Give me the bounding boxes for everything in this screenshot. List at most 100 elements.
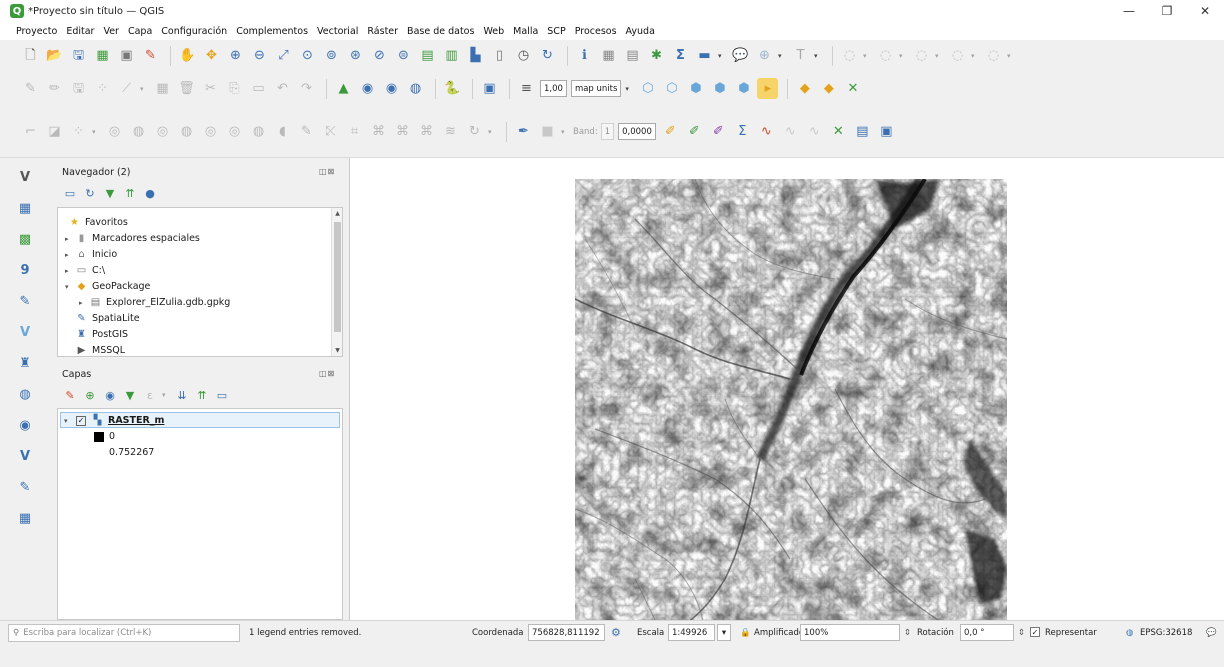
layout-manager-icon[interactable]: ▦ bbox=[92, 45, 113, 66]
scp-sigma-icon[interactable]: Σ bbox=[732, 121, 753, 142]
tree-item-gpkg-file[interactable]: ▸ ▤ Explorer_ElZulia.gdb.gpkg bbox=[79, 295, 230, 310]
chevron-down-icon[interactable]: ▾ bbox=[488, 128, 496, 136]
new-3d-map-icon[interactable]: ▥ bbox=[441, 45, 462, 66]
delete-selected-icon[interactable]: 🗑 bbox=[176, 78, 197, 99]
pipette-icon[interactable]: ✒ bbox=[513, 121, 534, 142]
crs-globe-icon[interactable]: ◍ bbox=[1126, 628, 1133, 638]
collapse-arrow-icon[interactable]: ▾ bbox=[64, 417, 74, 425]
layer-styling-icon[interactable]: ▲ bbox=[333, 78, 354, 99]
menu-proyecto[interactable]: Proyecto bbox=[16, 26, 57, 37]
magnifier-field[interactable]: 100% bbox=[800, 624, 900, 641]
filter-browser-icon[interactable]: ▼ bbox=[102, 185, 118, 201]
scroll-up-icon[interactable]: ▲ bbox=[332, 208, 342, 219]
menu-vectorial[interactable]: Vectorial bbox=[317, 26, 358, 37]
scp-tool-5-icon[interactable]: ◍ bbox=[128, 121, 149, 142]
tree-item-inicio[interactable]: ▸ ⌂ Inicio bbox=[65, 247, 117, 262]
line-width-spinbox[interactable]: 1,00 bbox=[540, 80, 567, 97]
new-map-view-icon[interactable]: ▤ bbox=[417, 45, 438, 66]
label-show-icon[interactable]: ◍ bbox=[405, 78, 426, 99]
properties-icon[interactable]: ● bbox=[142, 185, 158, 201]
scp-tool-10-icon[interactable]: ◍ bbox=[248, 121, 269, 142]
collapse-all-layers-icon[interactable]: ⇈ bbox=[194, 387, 210, 403]
text-annotation-icon[interactable]: T bbox=[790, 45, 811, 66]
rotation-field[interactable]: 0,0 ° bbox=[960, 624, 1014, 641]
scp-brush-3-icon[interactable]: ✐ bbox=[708, 121, 729, 142]
collapse-arrow-icon[interactable]: ▾ bbox=[65, 283, 75, 291]
expand-all-icon[interactable]: ⇊ bbox=[174, 387, 190, 403]
scp-brush-1-icon[interactable]: ✐ bbox=[660, 121, 681, 142]
map-tips-icon[interactable]: 💬 bbox=[730, 45, 751, 66]
scp-tool-2-icon[interactable]: ◪ bbox=[44, 121, 65, 142]
menu-procesos[interactable]: Procesos bbox=[575, 26, 617, 37]
tree-item-geopackage[interactable]: ▾ ◆ GeoPackage bbox=[65, 279, 150, 294]
tree-item-spatialite[interactable]: ✎ SpatiaLite bbox=[65, 311, 139, 326]
chevron-down-icon[interactable]: ▾ bbox=[140, 85, 148, 93]
add-raster-layer-icon[interactable]: ▦ bbox=[14, 197, 36, 219]
geometry-tool-2-icon[interactable]: ⬡ bbox=[661, 78, 682, 99]
menu-ayuda[interactable]: Ayuda bbox=[626, 26, 655, 37]
scp-tool-4-icon[interactable]: ◎ bbox=[104, 121, 125, 142]
scp-tool-7-icon[interactable]: ◍ bbox=[176, 121, 197, 142]
remove-layer-icon[interactable]: ▭ bbox=[214, 387, 230, 403]
menu-scp[interactable]: SCP bbox=[547, 26, 565, 37]
show-bookmarks-icon[interactable]: ▯ bbox=[489, 45, 510, 66]
add-virtual-layer-icon[interactable]: V bbox=[14, 321, 36, 343]
add-postgis-icon[interactable]: ♜ bbox=[14, 352, 36, 374]
menu-editar[interactable]: Editar bbox=[66, 26, 94, 37]
attribute-table-icon[interactable]: ▦ bbox=[598, 45, 619, 66]
label-pin-icon[interactable]: ◉ bbox=[381, 78, 402, 99]
chevron-down-icon[interactable]: ▾ bbox=[814, 52, 822, 60]
expand-arrow-icon[interactable]: ▸ bbox=[65, 267, 75, 275]
geometry-tool-4-icon[interactable]: ⬢ bbox=[709, 78, 730, 99]
statistics-icon[interactable]: ✱ bbox=[646, 45, 667, 66]
scp-tool-3-icon[interactable]: ⁘ bbox=[68, 121, 89, 142]
undo-icon[interactable]: ↶ bbox=[272, 78, 293, 99]
minimize-button[interactable]: — bbox=[1110, 0, 1148, 22]
annotation-2-icon[interactable]: ◌ bbox=[875, 45, 896, 66]
chevron-down-icon[interactable]: ▾ bbox=[778, 52, 786, 60]
annotation-4-icon[interactable]: ◌ bbox=[947, 45, 968, 66]
raster-value-field[interactable]: 0,0000 bbox=[618, 123, 656, 140]
scp-tool-19-icon[interactable]: ↻ bbox=[464, 121, 485, 142]
menu-raster[interactable]: Ráster bbox=[367, 26, 398, 37]
scp-plot-3-icon[interactable]: ∿ bbox=[804, 121, 825, 142]
zoom-selection-icon[interactable]: ⊙ bbox=[297, 45, 318, 66]
modify-attributes-icon[interactable]: ▦ bbox=[152, 78, 173, 99]
menu-configuracion[interactable]: Configuración bbox=[161, 26, 227, 37]
layer-item-raster[interactable]: ▾ ✓ ▚ RASTER_m bbox=[64, 413, 164, 428]
scp-tool-16-icon[interactable]: ⌘ bbox=[392, 121, 413, 142]
style-manager-icon[interactable]: ✎ bbox=[140, 45, 161, 66]
help-icon[interactable]: ▣ bbox=[479, 78, 500, 99]
scp-tool-13-icon[interactable]: ⤪ bbox=[320, 121, 341, 142]
geometry-tool-3-icon[interactable]: ⬢ bbox=[685, 78, 706, 99]
zoom-last-icon[interactable]: ⊘ bbox=[369, 45, 390, 66]
close-button[interactable]: ✕ bbox=[1186, 0, 1224, 22]
collapse-all-icon[interactable]: ⇈ bbox=[122, 185, 138, 201]
menu-ver[interactable]: Ver bbox=[103, 26, 119, 37]
identify-features-icon[interactable]: ℹ bbox=[574, 45, 595, 66]
tools-icon[interactable]: ✕ bbox=[842, 78, 863, 99]
manage-themes-icon[interactable]: ◉ bbox=[102, 387, 118, 403]
scale-field[interactable]: 1:49926 bbox=[668, 624, 715, 641]
tree-item-favoritos[interactable]: ★ Favoritos bbox=[58, 215, 128, 230]
panel-float-close-icon[interactable]: ◫⊠ bbox=[319, 369, 335, 378]
layer-visibility-checkbox[interactable]: ✓ bbox=[76, 415, 86, 426]
scrollbar-thumb[interactable] bbox=[334, 222, 341, 332]
add-group-icon[interactable]: ⊕ bbox=[82, 387, 98, 403]
pan-to-selection-icon[interactable]: ✥ bbox=[201, 45, 222, 66]
scp-tools-icon[interactable]: ✕ bbox=[828, 121, 849, 142]
scp-tool-1-icon[interactable]: ⌐ bbox=[20, 121, 41, 142]
pan-icon[interactable]: ✋ bbox=[177, 45, 198, 66]
scp-spectral-plot-icon[interactable]: ∿ bbox=[756, 121, 777, 142]
save-project-icon[interactable]: 🖫 bbox=[68, 45, 89, 66]
spatial-bookmark-icon[interactable]: ▙ bbox=[465, 45, 486, 66]
open-project-icon[interactable]: 📂 bbox=[44, 45, 65, 66]
layer-styling-panel-icon[interactable]: ✎ bbox=[62, 387, 78, 403]
tree-item-marcadores[interactable]: ▸ ▮ Marcadores espaciales bbox=[65, 231, 200, 246]
refresh-icon[interactable]: ↻ bbox=[537, 45, 558, 66]
add-vector-layer-icon[interactable]: V bbox=[14, 166, 36, 188]
browser-scrollbar[interactable]: ▲ ▼ bbox=[331, 208, 342, 356]
new-shapefile-icon[interactable]: ✎ bbox=[14, 476, 36, 498]
restore-button[interactable]: ❐ bbox=[1148, 0, 1186, 22]
new-table-icon[interactable]: ▦ bbox=[14, 507, 36, 529]
